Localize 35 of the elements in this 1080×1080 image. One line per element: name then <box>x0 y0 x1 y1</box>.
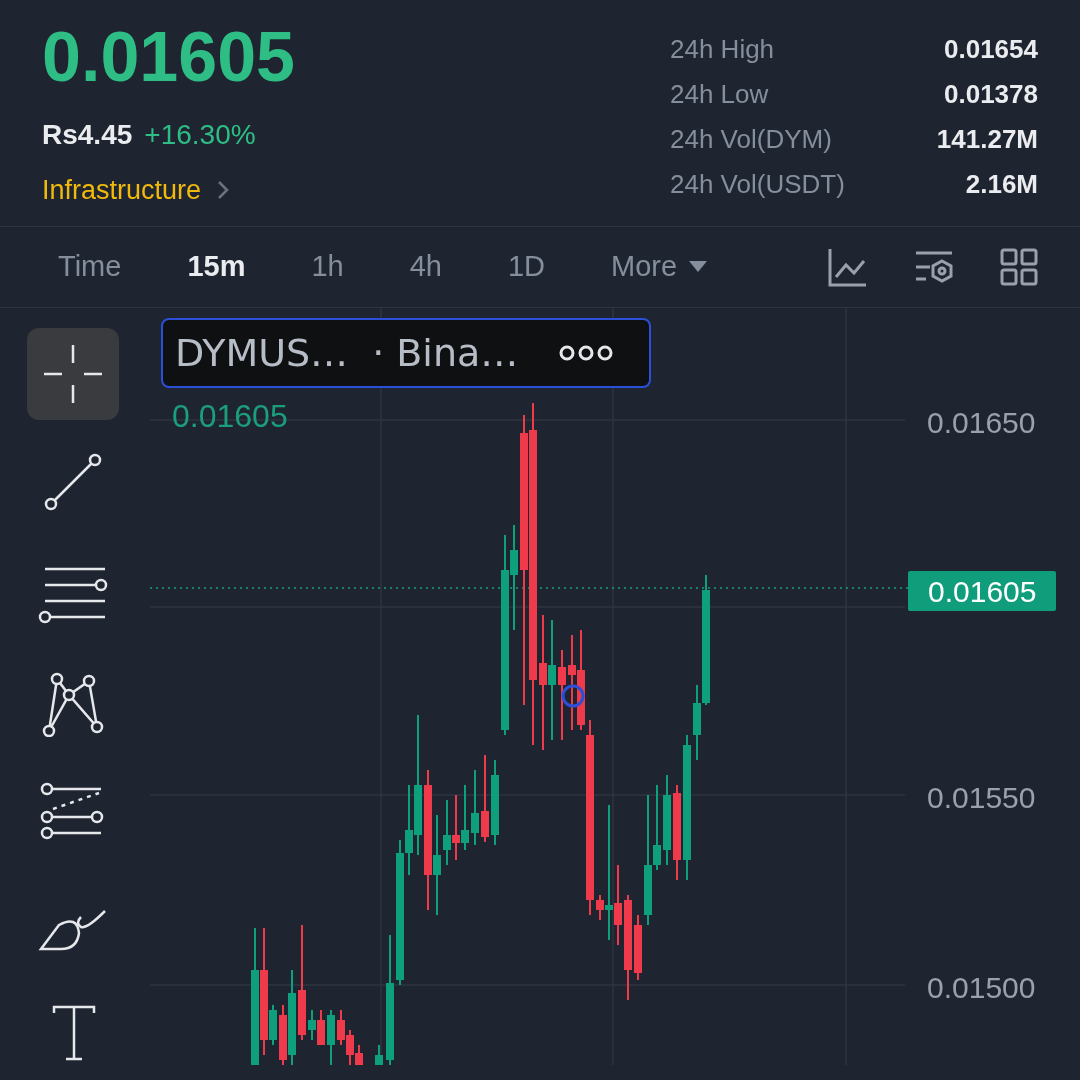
caret-icon <box>689 261 708 273</box>
interval-tab[interactable]: 4h <box>409 245 442 289</box>
grid-icon[interactable] <box>1000 247 1038 286</box>
symbol-label: DYMUS… <box>175 329 349 377</box>
stat-label: 24h Vol(USDT) <box>670 168 846 201</box>
interval-tab[interactable]: 15m <box>187 245 246 289</box>
cursor-marker <box>561 684 585 708</box>
stat-label: 24h High <box>670 33 776 66</box>
stat-value: 2.16M <box>964 168 1038 201</box>
candle <box>327 1009 335 1065</box>
crosshair-tool[interactable] <box>26 328 119 420</box>
interval-tab[interactable]: 1D <box>507 245 546 289</box>
candle <box>634 914 642 981</box>
fiat-price: Rs4.45 <box>42 118 133 152</box>
line-chart-icon[interactable] <box>828 246 868 287</box>
price-change: +16.30% <box>144 118 256 152</box>
more-icon[interactable] <box>559 345 613 361</box>
legend-price: 0.01605 <box>172 397 288 436</box>
price-axis-label: 0.01550 <box>927 780 1036 816</box>
candle <box>375 1044 383 1065</box>
stat-label: 24h Vol(DYM) <box>670 123 833 156</box>
more-dropdown[interactable]: More <box>611 245 708 289</box>
interval-tab[interactable]: Time <box>58 245 122 289</box>
last-price-badge: 0.01605 <box>908 571 1057 611</box>
category-link[interactable]: Infrastructure <box>42 170 296 211</box>
stat-value: 0.01654 <box>943 33 1038 66</box>
chevron-right-icon <box>217 180 230 201</box>
last-price: 0.01605 <box>42 22 296 92</box>
price-axis-label: 0.01650 <box>927 405 1036 441</box>
price-axis-label: 0.01500 <box>927 970 1036 1006</box>
stat-value: 0.01378 <box>943 78 1038 111</box>
exchange-label: · Bina… <box>372 329 519 377</box>
stat-label: 24h Low <box>670 78 770 111</box>
stat-value: 141.27M <box>935 123 1038 156</box>
interval-tab[interactable]: 1h <box>311 245 344 289</box>
